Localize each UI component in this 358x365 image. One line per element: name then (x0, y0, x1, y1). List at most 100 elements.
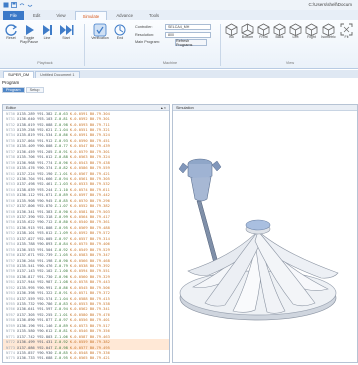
line-button[interactable]: Line (40, 23, 54, 41)
code-text: X138.039 Y93.244 (17, 187, 53, 192)
end-button[interactable]: End (113, 23, 127, 41)
view-bottom-button[interactable]: Bottom (240, 23, 255, 40)
view-right-button[interactable]: Right (304, 23, 319, 40)
code-z-value: Z-0.85 (54, 350, 68, 355)
start-button[interactable]: Start (56, 23, 76, 41)
toggle-play-button[interactable]: Toggle Play/Pause (19, 23, 39, 45)
ribbon-separator (84, 24, 85, 66)
tab-advance[interactable]: Advance (109, 11, 140, 20)
save-icon[interactable] (11, 2, 17, 8)
code-axis-values: K-0.0583 B0.79.347 (69, 253, 110, 258)
code-axis-values: K-0.0573 B0.79.517 (69, 323, 110, 328)
view-isometric-button[interactable]: Isometric (320, 23, 337, 40)
code-z-value: Z-0.95 (54, 356, 68, 361)
code-z-value: Z-0.89 (54, 323, 68, 328)
resolution-field[interactable]: 800 (165, 32, 211, 38)
line-number: N738 (6, 155, 15, 160)
main-program-label: Main Program: (135, 40, 160, 44)
doc-tab-untitled[interactable]: Untitled Document 1 (35, 71, 80, 78)
code-axis-values: K-0.0553 B0.79.538 (69, 302, 110, 307)
verification-button[interactable]: Verification (88, 23, 112, 41)
simulation-panel[interactable]: Simulation (172, 104, 358, 363)
code-text: X137.305 Y92.255 (17, 312, 53, 317)
line-number: N761 (6, 280, 15, 285)
view-fit-button[interactable]: Fit (339, 23, 354, 40)
view-fit-label: Fit (344, 35, 349, 39)
doc-tab-super-dm[interactable]: SUPER_DM (3, 71, 35, 78)
code-line[interactable]: N776X137.615 Y92.662Z-1.05K-0.0582 B0.79… (3, 361, 169, 363)
code-z-value: Z-0.97 (54, 236, 68, 241)
view-front-label: Front (259, 35, 268, 39)
code-axis-values: K-0.0563 B0.79.324 (69, 155, 110, 160)
line-number: N751 (6, 225, 15, 230)
line-number: N773 (6, 345, 15, 350)
code-z-value: Z-1.04 (54, 296, 68, 301)
tab-simulate[interactable]: Simulate (74, 11, 108, 20)
view-front-button[interactable]: Front (256, 23, 271, 40)
view-right-label: Right (307, 35, 316, 39)
resolution-row: Resolution: 800 (135, 32, 211, 38)
code-z-value: Z-1.10 (54, 187, 68, 192)
code-axis-values: K-0.0566 B0.79.468 (69, 258, 110, 263)
code-text: X136.499 Y91.431 (17, 340, 53, 345)
line-number: N768 (6, 318, 15, 323)
code-z-value: Z-0.92 (54, 247, 68, 252)
line-number: N732 (6, 122, 15, 127)
view-bottom-label: Bottom (241, 35, 254, 39)
editor-panel-controls[interactable]: ▴ × (161, 105, 166, 110)
line-number: N754 (6, 242, 15, 247)
code-text: X137.086 Y92.047 (17, 345, 53, 350)
reset-label: Reset (6, 36, 16, 40)
code-axis-values: K-0.0569 B0.79.488 (69, 225, 110, 230)
tab-file[interactable]: File (3, 11, 24, 20)
code-text: X135.541 Y90.476 (17, 263, 53, 268)
toggle-play-label: Toggle Play/Pause (19, 36, 39, 44)
code-z-value: Z-0.98 (54, 345, 68, 350)
controller-field[interactable]: SELCA4_MH (165, 24, 211, 30)
code-axis-values: K-0.0571 B0.79.372 (69, 291, 110, 296)
undo-icon[interactable] (19, 2, 25, 8)
verification-icon (93, 23, 107, 37)
code-axis-values: K-0.0570 B0.79.296 (69, 198, 110, 203)
code-text: X136.817 Y91.730 (17, 274, 53, 279)
line-number: N753 (6, 236, 15, 241)
ribbon-separator (220, 24, 221, 66)
line-number: N772 (6, 340, 15, 345)
tab-view[interactable]: View (49, 11, 72, 20)
view-back-button[interactable]: Back (272, 23, 287, 40)
line-number: N742 (6, 176, 15, 181)
end-label: End (116, 36, 124, 40)
tab-edit[interactable]: Edit (26, 11, 47, 20)
code-z-value: Z-0.94 (54, 176, 68, 181)
code-axis-values: K-0.0556 B0.79.401 (69, 318, 110, 323)
view-iso-button[interactable]: Iso (224, 23, 239, 40)
code-axis-values: K-0.0543 B0.79.438 (69, 160, 110, 165)
subtab-program[interactable]: Program (2, 87, 25, 93)
simulation-viewport[interactable] (173, 111, 357, 362)
tab-tools[interactable]: Tools (142, 11, 166, 20)
refresh-programs-button[interactable]: Refresh Programs (175, 39, 207, 47)
code-axis-values: K-0.0549 B0.79.529 (69, 247, 110, 252)
reset-button[interactable]: Reset (3, 23, 19, 41)
view-left-button[interactable]: Left (288, 23, 303, 40)
code-text: X136.641 Y91.597 (17, 307, 53, 312)
code-axis-values: K-0.0551 B0.79.321 (69, 128, 110, 133)
code-z-value: Z-0.96 (54, 274, 68, 279)
redo-icon[interactable] (27, 2, 33, 8)
editor-panel[interactable]: Editor ▴ × N730 X135.289 Y91.382 Z-0.63 K-0… (2, 104, 170, 363)
code-z-value: Z-0.90 (54, 209, 68, 214)
line-number: N731 (6, 117, 15, 122)
code-lines[interactable]: N730 X135.289 Y91.382 Z-0.63 K-0.0591 B0.79… (3, 111, 169, 363)
code-z-value: Z-0.89 (54, 193, 68, 198)
subtab-setup[interactable]: Setup (25, 87, 44, 93)
code-text: X136.890 Y91.877 (17, 318, 53, 323)
app-icon[interactable] (3, 2, 9, 8)
line-number: N750 (6, 220, 15, 225)
code-text: X137.671 Y92.739 (17, 253, 53, 258)
code-axis-values: K-0.0590 B0.79.451 (69, 138, 110, 143)
group-view-label: View (285, 61, 295, 65)
line-number: N776 (3, 362, 17, 363)
code-axis-values: K-0.0557 B0.79.314 (69, 236, 110, 241)
line-number: N759 (6, 269, 15, 274)
code-z-value: Z-1.09 (54, 231, 68, 236)
